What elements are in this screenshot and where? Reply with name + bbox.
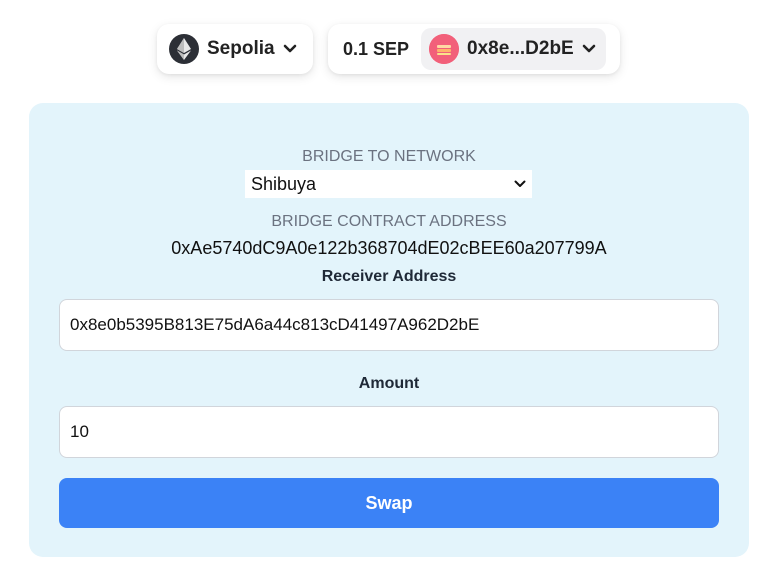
amount-input[interactable] bbox=[59, 406, 719, 458]
ethereum-icon bbox=[169, 34, 199, 64]
contract-address: 0xAe5740dC9A0e122b368704dE02cBEE60a20779… bbox=[29, 238, 749, 259]
contract-address-label: BRIDGE CONTRACT ADDRESS bbox=[29, 213, 749, 231]
receiver-address-input[interactable] bbox=[59, 299, 719, 351]
network-name: Sepolia bbox=[207, 38, 275, 60]
chevron-down-icon bbox=[514, 180, 526, 188]
network-select-value: Shibuya bbox=[251, 174, 316, 195]
account-panel: 0.1 SEP 0x8e...D2bE bbox=[328, 24, 620, 74]
account-address: 0x8e...D2bE bbox=[467, 38, 574, 60]
chevron-down-icon bbox=[582, 44, 596, 54]
network-select[interactable]: Shibuya bbox=[245, 170, 532, 198]
amount-label: Amount bbox=[29, 375, 749, 393]
swap-button[interactable]: Swap bbox=[59, 478, 719, 528]
receiver-address-label: Receiver Address bbox=[29, 268, 749, 286]
network-selector-button[interactable]: Sepolia bbox=[157, 24, 313, 74]
account-balance: 0.1 SEP bbox=[343, 39, 409, 60]
bridge-card: BRIDGE TO NETWORK Shibuya BRIDGE CONTRAC… bbox=[29, 103, 749, 557]
chevron-down-icon bbox=[283, 44, 297, 54]
top-bar: Sepolia 0.1 SEP 0x8e...D2bE bbox=[0, 24, 775, 74]
account-button[interactable]: 0x8e...D2bE bbox=[421, 28, 606, 70]
bridge-network-label: BRIDGE TO NETWORK bbox=[29, 148, 749, 166]
avatar bbox=[429, 34, 459, 64]
